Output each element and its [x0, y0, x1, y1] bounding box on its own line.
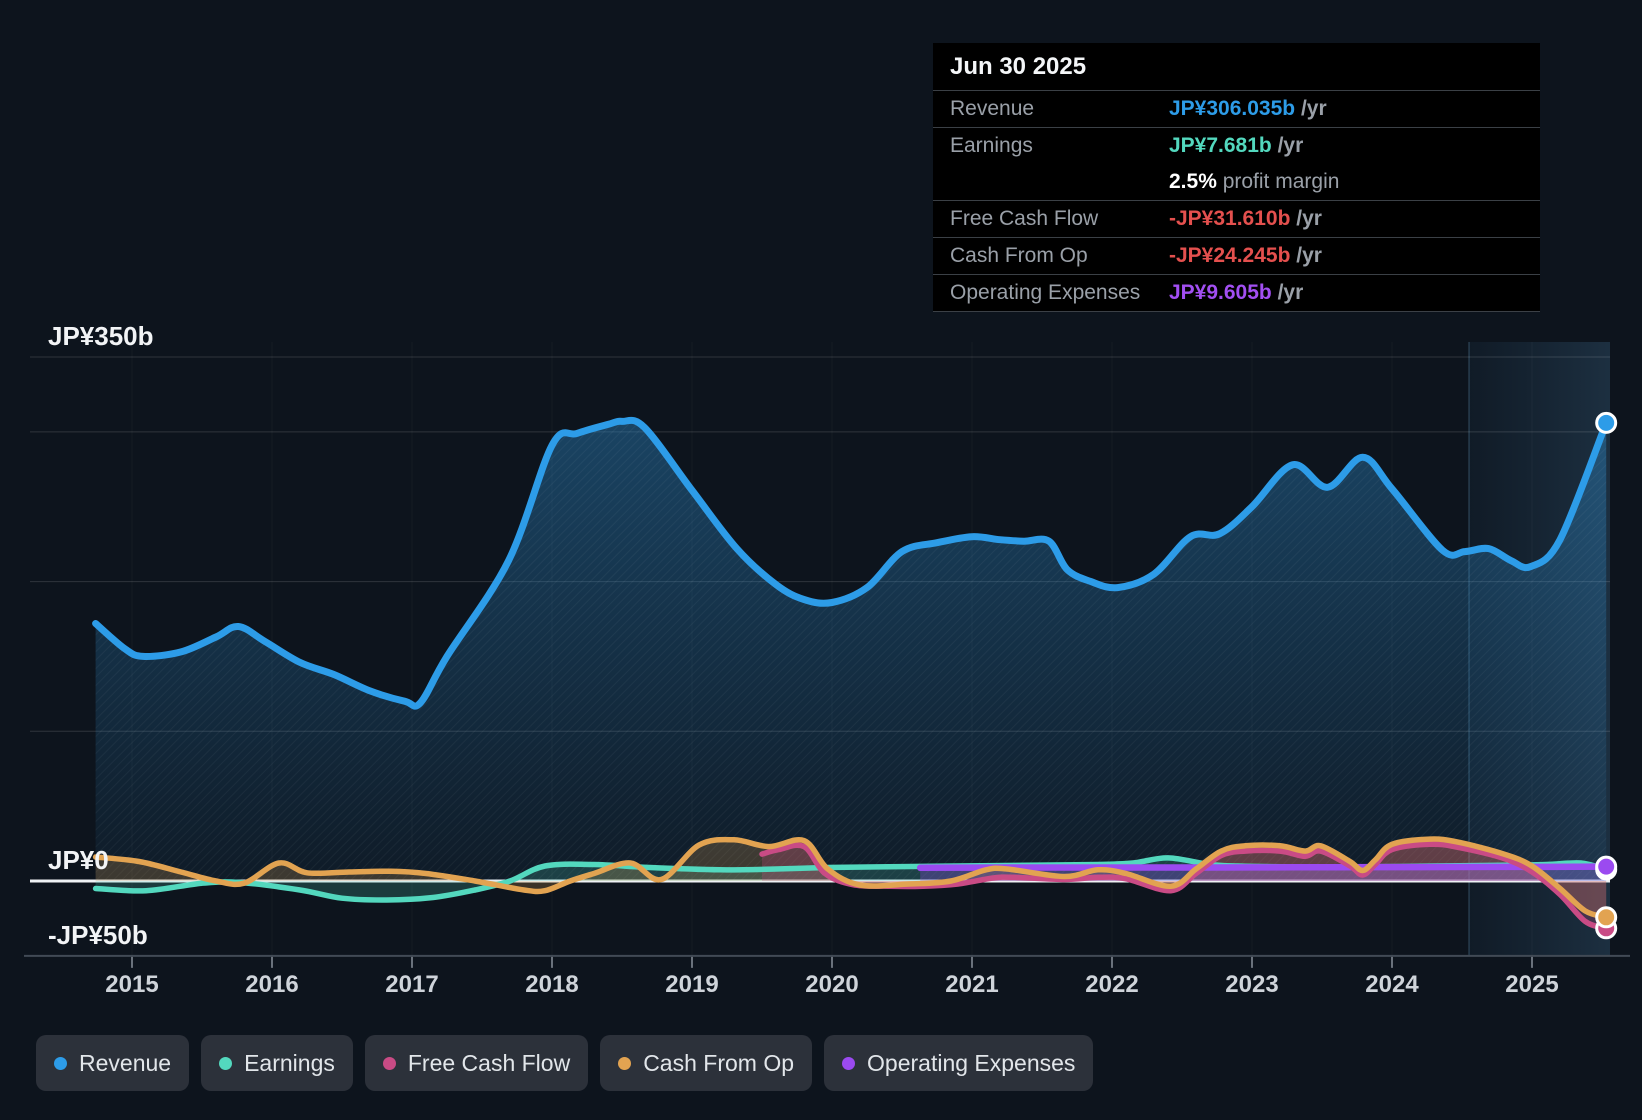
- revenue-marker: [1595, 411, 1618, 434]
- legend-item-earnings[interactable]: Earnings: [201, 1035, 353, 1091]
- svg-text:2017: 2017: [385, 971, 438, 998]
- tooltip-row-revenue: Revenue JP¥306.035b /yr: [933, 91, 1540, 128]
- tooltip-value: JP¥9.605b /yr: [1169, 281, 1304, 304]
- svg-text:2023: 2023: [1225, 971, 1278, 998]
- svg-text:2022: 2022: [1085, 971, 1138, 998]
- legend-label: Free Cash Flow: [407, 1049, 571, 1076]
- svg-text:2018: 2018: [525, 971, 578, 998]
- tooltip-row-profit-margin: 2.5% profit margin: [933, 164, 1540, 201]
- tooltip-value: JP¥7.681b /yr: [1169, 134, 1304, 157]
- tooltip-row-earnings: Earnings JP¥7.681b /yr: [933, 128, 1540, 164]
- profit-margin: 2.5% profit margin: [1169, 170, 1340, 193]
- cash-from-op-marker: [1595, 906, 1618, 929]
- svg-text:2015: 2015: [105, 971, 158, 998]
- svg-text:-JP¥50b: -JP¥50b: [48, 920, 148, 950]
- tooltip-label: Revenue: [950, 97, 1035, 120]
- svg-text:JP¥350b: JP¥350b: [48, 321, 154, 351]
- operating-expenses-marker: [1595, 855, 1618, 878]
- financials-chart-page: 2015 2016 2017 2018 2019 2020 2021 2022 2023 2024…: [0, 0, 1642, 1120]
- svg-text:2020: 2020: [805, 971, 858, 998]
- svg-text:2025: 2025: [1505, 971, 1558, 998]
- legend-label: Operating Expenses: [867, 1049, 1076, 1076]
- earnings-series-dot: [219, 1056, 233, 1070]
- cash-from-op-series-dot: [618, 1056, 632, 1070]
- legend-item-cash-from-op[interactable]: Cash From Op: [600, 1035, 813, 1091]
- legend-label: Revenue: [79, 1049, 172, 1076]
- tooltip-value: -JP¥31.610b /yr: [1169, 207, 1322, 230]
- tooltip-value: JP¥306.035b /yr: [1169, 97, 1327, 120]
- free-cash-flow-series-dot: [382, 1056, 396, 1070]
- tooltip-label: Earnings: [950, 134, 1033, 157]
- chart-tooltip: Jun 30 2025 Revenue JP¥306.035b /yr Earn…: [933, 43, 1540, 312]
- tooltip-label: Operating Expenses: [950, 281, 1141, 304]
- tooltip-row-operating-expenses: Operating Expenses JP¥9.605b /yr: [933, 275, 1540, 312]
- svg-text:2016: 2016: [245, 971, 298, 998]
- tooltip-row-cash-from-op: Cash From Op -JP¥24.245b /yr: [933, 238, 1540, 275]
- svg-text:JP¥0: JP¥0: [48, 845, 109, 875]
- tooltip-label: Cash From Op: [950, 244, 1088, 267]
- operating-expenses-series-dot: [842, 1056, 856, 1070]
- svg-text:2024: 2024: [1365, 971, 1419, 998]
- legend-label: Cash From Op: [643, 1049, 795, 1076]
- svg-text:2019: 2019: [665, 971, 718, 998]
- legend-item-revenue[interactable]: Revenue: [36, 1035, 190, 1091]
- legend-label: Earnings: [244, 1049, 335, 1076]
- chart-legend: Revenue Earnings Free Cash Flow Cash Fro…: [36, 1035, 1094, 1091]
- legend-item-operating-expenses[interactable]: Operating Expenses: [824, 1035, 1094, 1091]
- tooltip-label: Free Cash Flow: [950, 207, 1099, 230]
- svg-text:2021: 2021: [945, 971, 998, 998]
- x-axis: 2015 2016 2017 2018 2019 2020 2021 2022 2023 2024…: [24, 954, 1630, 998]
- revenue-series-dot: [54, 1056, 67, 1070]
- tooltip-value: -JP¥24.245b /yr: [1169, 244, 1322, 267]
- tooltip-date: Jun 30 2025: [933, 43, 1540, 91]
- legend-item-free-cash-flow[interactable]: Free Cash Flow: [364, 1035, 589, 1091]
- operating-expenses-line: [916, 863, 1610, 872]
- tooltip-row-free-cash-flow: Free Cash Flow -JP¥31.610b /yr: [933, 201, 1540, 238]
